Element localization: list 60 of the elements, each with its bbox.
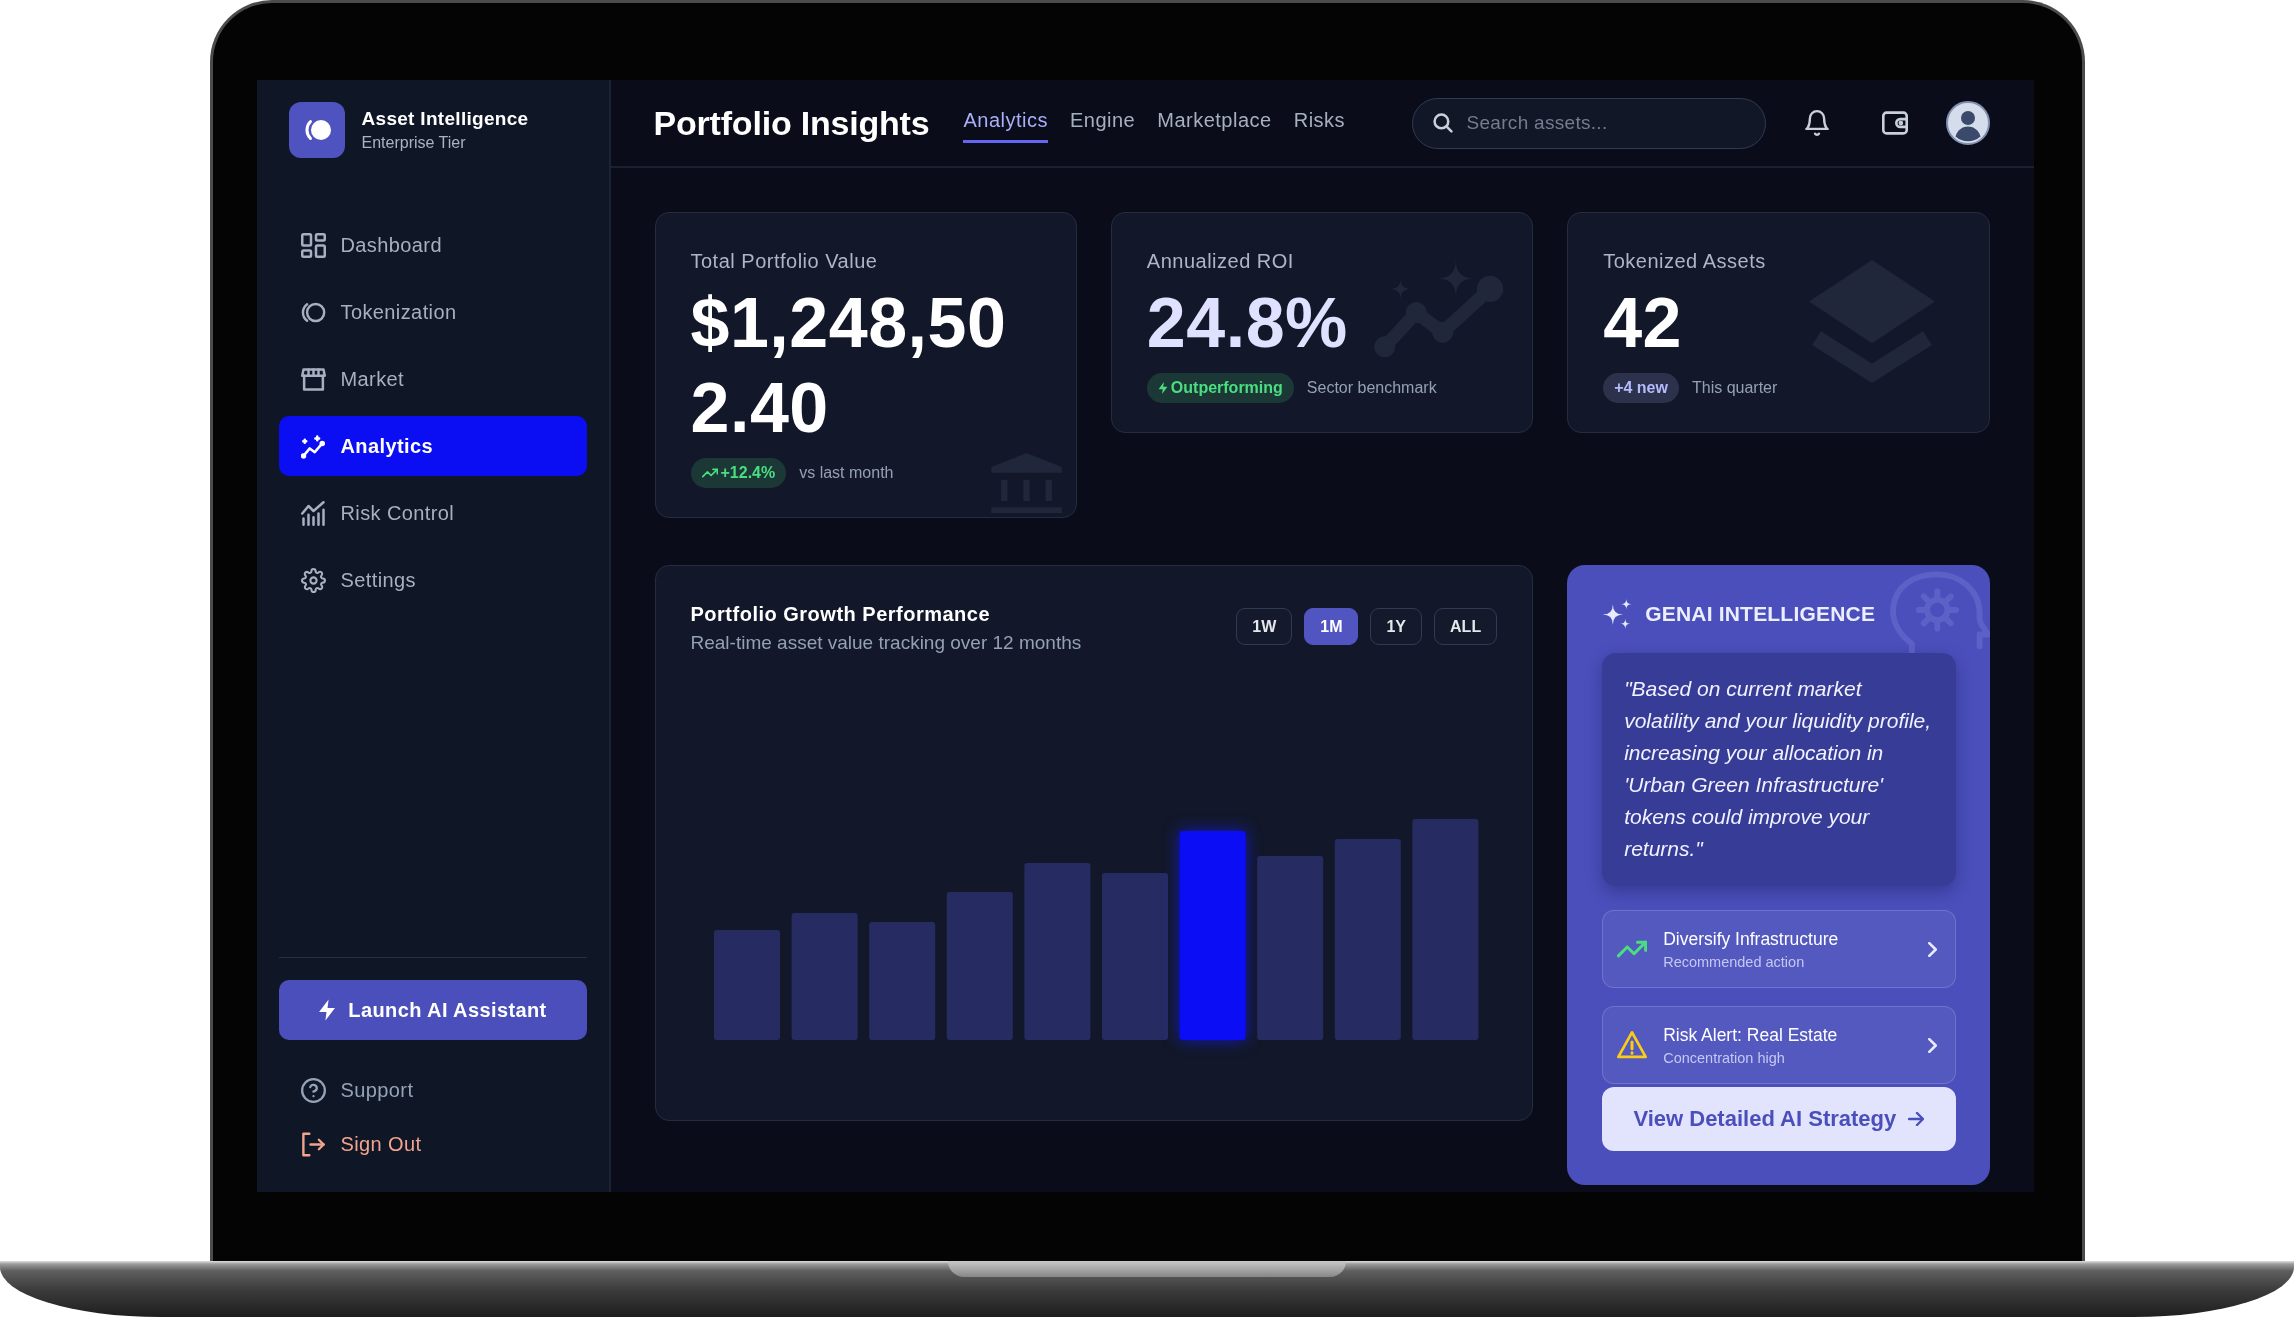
range-button[interactable]: 1Y (1370, 608, 1423, 645)
arrow-right-icon (1908, 1112, 1925, 1126)
page-title: Portfolio Insights (653, 103, 930, 143)
action-item[interactable]: Diversify Infrastructure Recommended action (1602, 910, 1956, 988)
nav-tab[interactable]: Risks (1293, 103, 1346, 143)
brand-subtitle: Enterprise Tier (361, 134, 466, 152)
stat-label: Annualized ROI (1146, 249, 1294, 273)
stat-label: Total Portfolio Value (690, 249, 878, 273)
warning-icon (1617, 1031, 1648, 1059)
panel-title: GENAI INTELLIGENCE (1645, 602, 1876, 626)
sidebar-item[interactable]: Market (278, 349, 587, 409)
wallet-icon[interactable] (1881, 111, 1908, 135)
sparkle-trend-icon (300, 433, 326, 459)
chevron-right-icon (1927, 941, 1937, 957)
stat-value: 42 (1603, 283, 1683, 364)
help-icon (300, 1077, 326, 1103)
nav-tab[interactable]: Marketplace (1157, 103, 1272, 143)
launch-assistant-button[interactable]: Launch AI Assistant (278, 980, 587, 1040)
change-value: Outperforming (1170, 379, 1283, 397)
trend-up-icon (701, 466, 718, 480)
nav-tab[interactable]: Analytics (963, 103, 1048, 143)
quote-text: "Based on current market volatility and your liquidity profile, increasing your allocation in 'Urban Green Infrastructure' tokens could improve your returns." (1624, 676, 1933, 862)
bar-chart-icon (300, 500, 326, 526)
search-field[interactable]: Search assets... (1411, 97, 1766, 149)
lightning-icon (318, 998, 337, 1022)
avatar-icon[interactable] (1945, 101, 1990, 145)
store-icon (300, 366, 326, 392)
grid-icon (300, 232, 326, 258)
lightning-icon (1157, 381, 1168, 395)
brand-name: Asset Intelligence (361, 108, 529, 130)
sidebar-item[interactable]: Analytics (278, 416, 587, 476)
search-input[interactable]: Search assets... (1466, 112, 1745, 134)
stat-note: This quarter (1691, 379, 1778, 397)
chart-subtitle: Real-time asset value tracking over 12 months (690, 631, 1082, 655)
range-button[interactable]: ALL (1434, 608, 1498, 645)
stat-value: 24.8% (1146, 283, 1348, 364)
sidebar-item[interactable]: Settings (278, 550, 587, 610)
sign-out-icon (300, 1131, 326, 1157)
nav-tab[interactable]: Engine (1069, 103, 1136, 143)
sidebar-link[interactable]: Sign Out (278, 1122, 587, 1166)
sidebar-link[interactable]: Support (278, 1068, 587, 1112)
chevron-right-icon (1927, 1037, 1937, 1053)
settings-icon (300, 567, 326, 593)
range-button[interactable]: 1M (1304, 608, 1359, 645)
sidebar-item[interactable]: Risk Control (278, 483, 587, 543)
chart-title: Portfolio Growth Performance (690, 602, 992, 626)
range-button[interactable]: 1W (1236, 608, 1293, 645)
bell-icon[interactable] (1804, 110, 1829, 136)
sidebar-item[interactable]: Dashboard (278, 215, 587, 275)
stat-label: Tokenized Assets (1603, 249, 1766, 273)
change-value: +4 new (1614, 379, 1668, 397)
logo-icon (288, 102, 345, 158)
stat-note: Sector benchmark (1306, 379, 1437, 397)
strategy-button[interactable]: View Detailed AI Strategy (1602, 1087, 1956, 1151)
search-icon (1432, 113, 1453, 133)
action-item[interactable]: Risk Alert: Real Estate Concentration high (1602, 1006, 1956, 1084)
sidebar-item[interactable]: Tokenization (278, 282, 587, 342)
change-value: +12.4% (720, 464, 776, 482)
stat-value: $1,248,502.40 (690, 283, 1008, 449)
stat-note: vs last month (799, 464, 894, 482)
